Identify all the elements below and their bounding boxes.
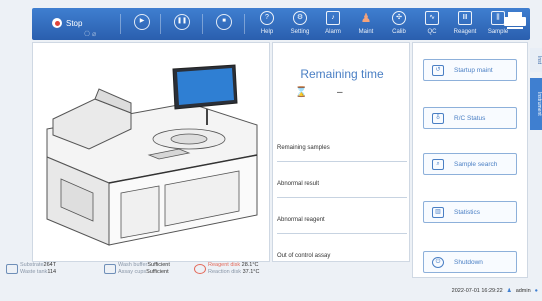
sample-status-icons: ⎔ ⌀: [84, 31, 97, 38]
halt-button[interactable]: ■: [216, 14, 232, 30]
toolbar-divider: [120, 14, 121, 34]
toolbar-divider: [202, 14, 203, 34]
substrate-value: 264T: [43, 262, 57, 268]
rc-status-icon: δ: [432, 112, 444, 124]
startup-maint-label: Startup maint: [454, 66, 493, 74]
location-pin-icon: ●: [534, 288, 538, 294]
stop-button[interactable]: Stop: [52, 13, 82, 33]
statistics-button[interactable]: ▥ Statistics: [423, 201, 517, 223]
stop-label: Stop: [66, 18, 83, 28]
calib-label: Calib: [392, 29, 406, 35]
reagent-icon: Ⅲ: [458, 11, 472, 25]
user-icon: ♟: [506, 288, 512, 294]
alarm-icon: ♪: [326, 11, 340, 25]
wash-value: Sufficient: [147, 262, 170, 268]
alarm-button[interactable]: ♪ Alarm: [316, 10, 350, 40]
datetime: 2022-07-01 16:29:22: [451, 288, 503, 294]
status-bar: 2022-07-01 16:29:22 ♟ admin ●: [452, 288, 538, 294]
instrument-panel: [32, 42, 270, 262]
sample-icon: ⫼: [491, 11, 505, 25]
calib-icon: ✣: [392, 11, 406, 25]
maint-icon: ♟: [360, 11, 372, 25]
substrate-status: Substrate264T: [20, 262, 56, 269]
help-label: Help: [260, 29, 274, 35]
sample-search-label: Sample search: [454, 160, 498, 168]
tab-inst[interactable]: Inst: [530, 48, 542, 72]
remaining-samples-row[interactable]: Remaining samples: [277, 145, 407, 162]
cups-value: Sufficient: [146, 269, 169, 275]
temperature-icon: [194, 264, 206, 274]
statistics-icon: ▥: [432, 206, 444, 218]
rc-status-label: R/C Status: [454, 114, 486, 122]
substrate-icon: [6, 264, 18, 274]
printer-icon[interactable]: [504, 12, 526, 30]
remaining-panel: Remaining time ⌛ – Remaining samples Abn…: [272, 42, 410, 262]
cups-label: Assay cups: [118, 269, 147, 275]
alarm-label: Alarm: [325, 29, 341, 35]
wash-label: Wash buffer: [118, 262, 148, 268]
search-icon: ⌕: [432, 158, 444, 170]
start-button[interactable]: ▶: [134, 14, 150, 30]
startup-maint-button[interactable]: ↺ Startup maint: [423, 59, 517, 81]
toolbar: Stop ⎔ ⌀ ▶ ❚❚ ■ ? Help ⚙ Setting ♪ Alarm…: [32, 8, 530, 40]
help-icon: ?: [260, 11, 274, 25]
toolbar-divider: [244, 14, 245, 34]
pause-button[interactable]: ❚❚: [174, 14, 190, 30]
qc-label: QC: [427, 29, 437, 35]
qc-icon: ∿: [425, 11, 439, 25]
power-icon: ⏻: [432, 256, 444, 268]
wash-buffer-icon: [104, 264, 116, 274]
reagent-label: Reagent: [453, 29, 477, 35]
help-button[interactable]: ? Help: [250, 10, 284, 40]
rc-status-button[interactable]: δ R/C Status: [423, 107, 517, 129]
reagent-disk-label: Reagent disk: [208, 262, 241, 268]
gear-icon: ⚙: [293, 11, 307, 25]
username[interactable]: admin: [516, 288, 531, 294]
wash-status: Wash bufferSufficient: [118, 262, 170, 269]
stop-icon: [52, 18, 62, 28]
toolbar-divider: [160, 14, 161, 34]
waste-value: 114: [47, 269, 57, 275]
remaining-time-title: Remaining time: [300, 67, 384, 81]
waste-status: Waste tank114: [20, 269, 56, 276]
substrate-label: Substrate: [20, 262, 44, 268]
main-screen: Stop ⎔ ⌀ ▶ ❚❚ ■ ? Help ⚙ Setting ♪ Alarm…: [0, 0, 542, 301]
out-of-control-row[interactable]: Out of control assay: [277, 253, 407, 269]
reaction-disk-value: 37.1°C: [242, 269, 260, 275]
consumables-status: Substrate264T Waste tank114 Wash bufferS…: [4, 262, 268, 278]
analyzer-illustration: [46, 64, 258, 246]
abnormal-reagent-row[interactable]: Abnormal reagent: [277, 217, 407, 234]
tab-instrument[interactable]: Instrument: [530, 78, 542, 130]
calib-button[interactable]: ✣ Calib: [382, 10, 416, 40]
waste-label: Waste tank: [20, 269, 48, 275]
maint-button[interactable]: ♟ Maint: [349, 10, 383, 40]
remaining-time-value: –: [337, 87, 343, 98]
shutdown-button[interactable]: ⏻ Shutdown: [423, 251, 517, 273]
side-tabs: Inst Instrument: [530, 42, 542, 278]
reagent-button[interactable]: Ⅲ Reagent: [448, 10, 482, 40]
startup-icon: ↺: [432, 64, 444, 76]
reagent-disk-value: 28.1°C: [241, 262, 259, 268]
setting-button[interactable]: ⚙ Setting: [283, 10, 317, 40]
shutdown-label: Shutdown: [454, 258, 483, 266]
statistics-label: Statistics: [454, 208, 481, 216]
qc-button[interactable]: ∿ QC: [415, 10, 449, 40]
hourglass-icon: ⌛: [295, 87, 308, 98]
abnormal-result-row[interactable]: Abnormal result: [277, 181, 407, 198]
reaction-disk-status: Reaction disk 37.1°C: [208, 269, 259, 276]
reagent-disk-status: Reagent disk 28.1°C: [208, 262, 259, 269]
reaction-disk-label: Reaction disk: [208, 269, 242, 275]
cups-status: Assay cupsSufficient: [118, 269, 169, 276]
sample-search-button[interactable]: ⌕ Sample search: [423, 153, 517, 175]
actions-panel: ↺ Startup maint δ R/C Status ⌕ Sample se…: [412, 42, 528, 278]
setting-label: Setting: [290, 29, 310, 35]
maint-label: Maint: [358, 29, 374, 35]
